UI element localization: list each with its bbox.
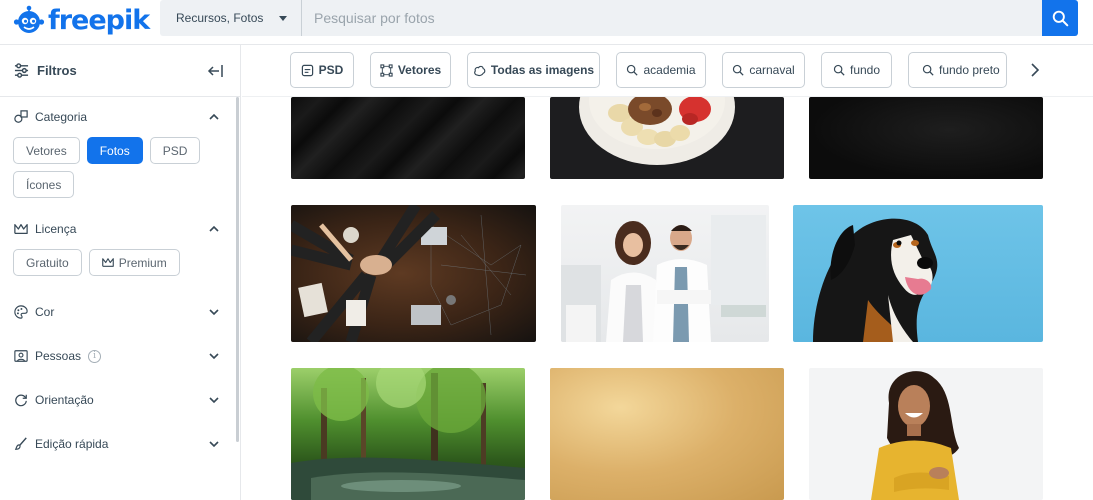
dog-illustration: [813, 218, 938, 342]
vector-nodes-icon: [380, 63, 393, 77]
info-icon[interactable]: i: [88, 349, 102, 363]
search-type-label: Recursos, Fotos: [176, 11, 264, 25]
chip-label: Premium: [118, 255, 167, 270]
filter-section-categoria: Categoria Vetores Fotos PSD Ícones: [0, 97, 240, 198]
section-label: Pessoas: [35, 349, 82, 363]
chip-fotos[interactable]: Fotos: [86, 137, 143, 164]
section-header-cor[interactable]: Cor: [0, 290, 240, 334]
chip-psd[interactable]: PSD: [149, 137, 201, 164]
filter-chip-label: carnaval: [749, 63, 795, 77]
related-filters-bar: PSD Vetores Todas as imagens academia ca…: [242, 45, 1093, 97]
section-header-categoria[interactable]: Categoria: [0, 97, 240, 137]
search-icon: [922, 64, 934, 76]
section-label: Orientação: [35, 393, 94, 407]
crown-icon: [14, 224, 28, 234]
chip-vetores[interactable]: Vetores: [13, 137, 80, 164]
image-acai-bowl[interactable]: [550, 97, 784, 179]
filter-chip-fundo-preto[interactable]: fundo preto: [908, 52, 1007, 88]
filter-section-cor: Cor: [0, 290, 240, 334]
chevron-down-icon: [279, 16, 287, 21]
search-icon: [627, 64, 639, 76]
filters-title: Filtros: [37, 63, 77, 78]
filter-chip-todas-as-imagens[interactable]: Todas as imagens: [467, 52, 600, 88]
filter-chip-psd[interactable]: PSD: [290, 52, 354, 88]
chevron-down-icon: [209, 353, 219, 360]
top-header: freepik Recursos, Fotos: [0, 0, 1093, 45]
filter-chip-fundo[interactable]: fundo: [821, 52, 892, 88]
search-input[interactable]: [302, 0, 1042, 36]
filter-chip-label: fundo preto: [939, 63, 1000, 77]
category-chips: Vetores Fotos PSD Ícones: [0, 137, 230, 198]
crown-icon: [101, 258, 114, 267]
filter-section-pessoas: Pessoas i: [0, 334, 240, 378]
filters-sidebar: Filtros Categoria Vetores Fotos PSD Ícon…: [0, 45, 241, 500]
filters-header: Filtros: [0, 45, 240, 97]
filter-chip-label: Vetores: [397, 63, 442, 77]
acai-bowl-illustration: [579, 97, 735, 165]
filter-section-licenca: Licença Gratuito Premium: [0, 209, 240, 276]
image-forest-river[interactable]: [291, 368, 525, 500]
filter-chip-label: Todas as imagens: [490, 63, 595, 77]
filter-section-edicao-rapida: Edição rápida: [0, 422, 240, 466]
filter-chip-label: PSD: [318, 63, 344, 77]
search-icon: [833, 64, 845, 76]
license-chips: Gratuito Premium: [0, 249, 230, 276]
chevron-down-icon: [209, 397, 219, 404]
chevron-down-icon: [209, 309, 219, 316]
doctors-illustration: [561, 215, 766, 342]
section-label: Edição rápida: [35, 437, 109, 451]
search-icon: [1052, 10, 1068, 26]
chip-icones[interactable]: Ícones: [13, 171, 75, 198]
person-frame-icon: [14, 350, 28, 362]
filter-chip-label: academia: [643, 63, 696, 77]
collapse-sidebar-icon[interactable]: [206, 62, 224, 80]
image-black-diagonal-texture[interactable]: [291, 97, 525, 179]
search-type-select[interactable]: Recursos, Fotos: [160, 0, 302, 36]
rotate-icon: [15, 394, 27, 407]
section-header-licenca[interactable]: Licença: [0, 209, 240, 249]
woman-illustration: [871, 371, 959, 500]
chevron-right-icon[interactable]: [1027, 62, 1043, 78]
section-label: Categoria: [35, 110, 88, 124]
freepik-logo[interactable]: freepik: [13, 2, 150, 38]
chip-premium[interactable]: Premium: [88, 249, 180, 276]
forest-illustration: [291, 368, 525, 500]
image-gold-glitter[interactable]: [550, 368, 784, 500]
image-business-team-hands[interactable]: [291, 205, 536, 342]
image-doctors-clinic[interactable]: [561, 205, 769, 342]
section-header-orientacao[interactable]: Orientação: [0, 378, 240, 422]
chevron-up-icon: [209, 225, 219, 232]
chevron-up-icon: [209, 113, 219, 120]
chevron-down-icon: [209, 441, 219, 448]
shapes-icon: [14, 110, 28, 123]
psd-file-icon: [301, 64, 313, 76]
filter-chip-vetores[interactable]: Vetores: [370, 52, 451, 88]
ai-sparkle-icon: [474, 65, 486, 76]
image-gallery: [242, 97, 1093, 500]
palette-icon: [14, 305, 28, 319]
search-bar: Recursos, Fotos: [160, 0, 1078, 36]
freepik-mascot-icon: [13, 5, 45, 33]
section-label: Cor: [35, 305, 55, 319]
sliders-icon: [14, 63, 29, 78]
brush-icon: [14, 437, 27, 450]
section-header-edicao-rapida[interactable]: Edição rápida: [0, 422, 240, 466]
filter-chip-label: fundo: [849, 63, 881, 77]
chip-gratuito[interactable]: Gratuito: [13, 249, 82, 276]
image-bernese-dog[interactable]: [793, 205, 1043, 342]
search-button[interactable]: [1042, 0, 1078, 36]
search-icon: [733, 64, 744, 76]
team-hands-illustration: [291, 205, 527, 342]
image-dark-black-texture[interactable]: [809, 97, 1043, 179]
logo-wordmark: freepik: [48, 4, 150, 36]
filter-chip-carnaval[interactable]: carnaval: [722, 52, 805, 88]
section-header-pessoas[interactable]: Pessoas i: [0, 334, 240, 378]
filter-section-orientacao: Orientação: [0, 378, 240, 422]
section-label: Licença: [35, 222, 77, 236]
image-smiling-woman-yellow[interactable]: [809, 368, 1043, 500]
filter-chip-academia[interactable]: academia: [616, 52, 706, 88]
